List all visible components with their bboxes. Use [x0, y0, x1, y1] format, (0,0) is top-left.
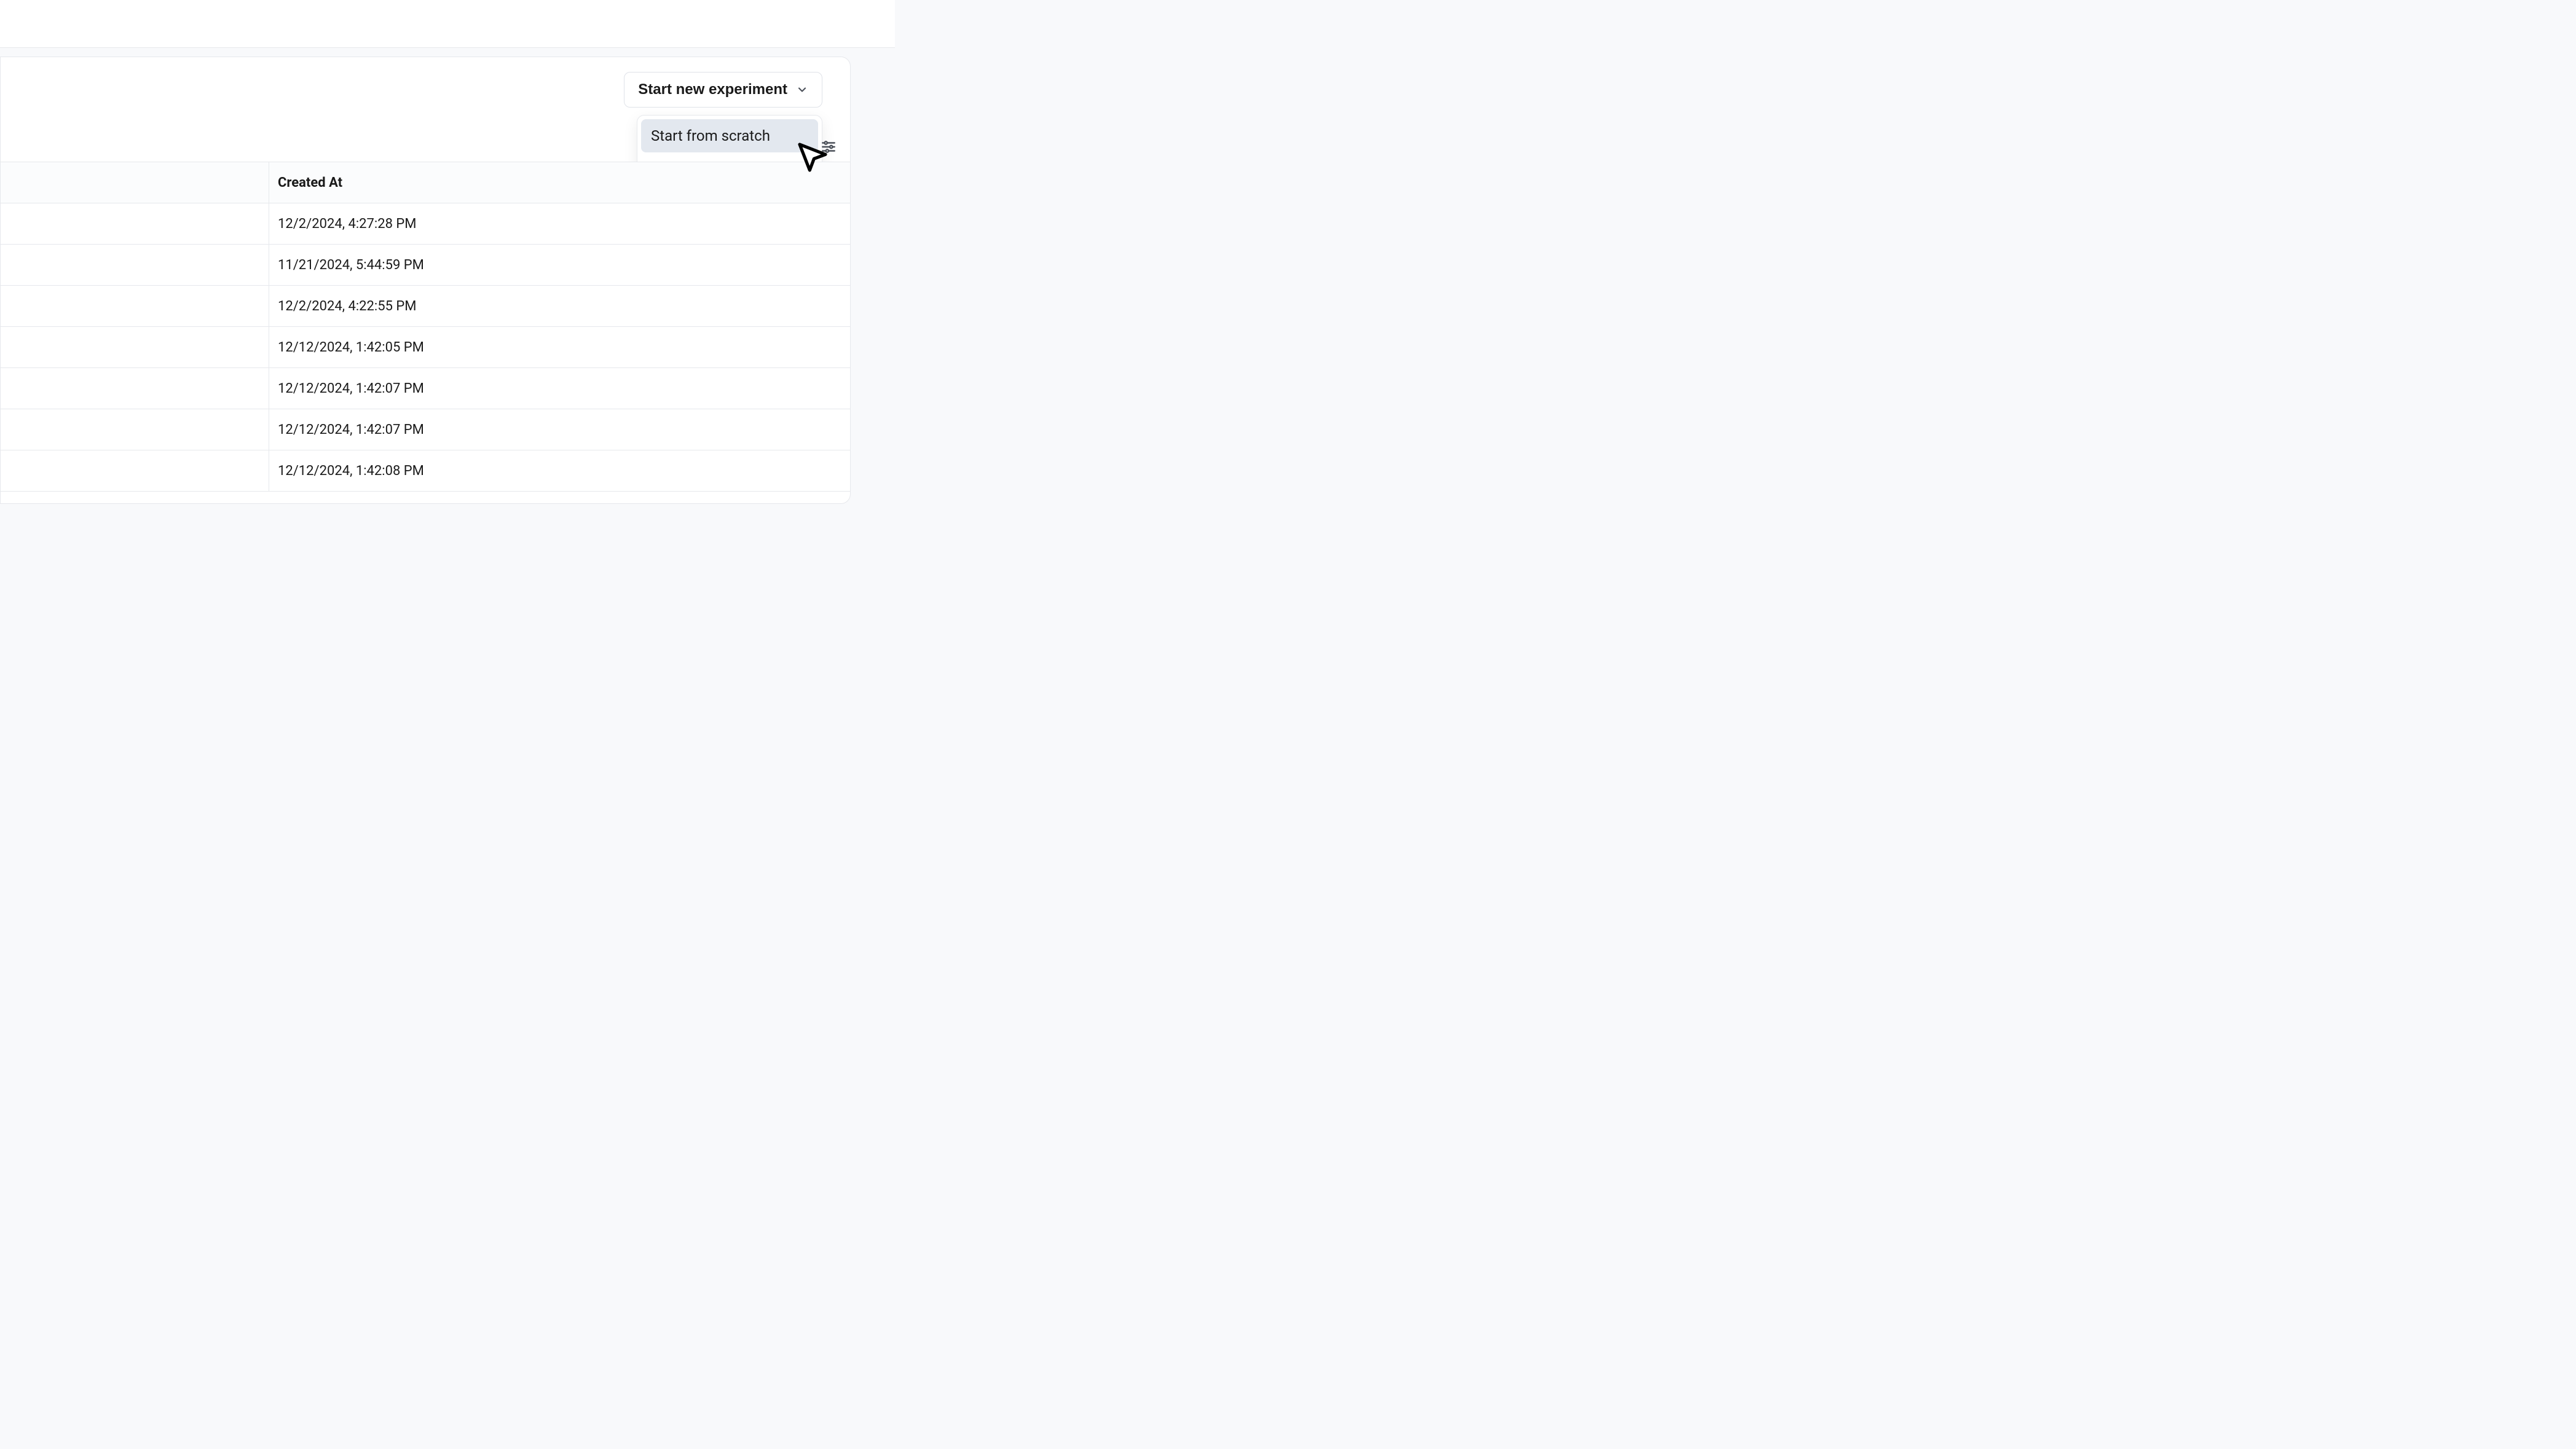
table-cell-empty: [1, 450, 269, 491]
table-cell-created-at: 12/12/2024, 1:42:07 PM: [269, 409, 850, 450]
table-row[interactable]: 12/12/2024, 1:42:05 PM: [1, 327, 850, 368]
menu-item-label: Start from scratch: [651, 127, 770, 144]
table-cell-empty: [1, 409, 269, 450]
table-cell-empty: [1, 327, 269, 367]
table-cell-created-at: 12/12/2024, 1:42:07 PM: [269, 368, 850, 409]
table-cell-created-at: 11/21/2024, 5:44:59 PM: [269, 245, 850, 285]
main-card: Start new experiment Start from scratch …: [0, 57, 851, 504]
chevron-down-icon: [796, 84, 808, 96]
table-cell-empty: [1, 286, 269, 326]
table-row[interactable]: 12/12/2024, 1:42:07 PM: [1, 409, 850, 450]
table-cell-created-at: 12/12/2024, 1:42:05 PM: [269, 327, 850, 367]
table-cell-created-at: 12/2/2024, 4:22:55 PM: [269, 286, 850, 326]
start-new-experiment-button[interactable]: Start new experiment: [624, 72, 822, 108]
table-cell-created-at: 12/2/2024, 4:27:28 PM: [269, 203, 850, 244]
table-cell-empty: [1, 368, 269, 409]
table-cell-empty: [1, 245, 269, 285]
table-header-created-at: Created At: [269, 162, 850, 203]
menu-item-start-from-scratch[interactable]: Start from scratch: [641, 119, 818, 152]
table-cell-created-at: 12/12/2024, 1:42:08 PM: [269, 450, 850, 491]
top-bar: [0, 0, 895, 48]
table-header-row: Created At: [1, 162, 850, 203]
table-header-col-0: [1, 162, 269, 203]
table-row[interactable]: 11/21/2024, 5:44:59 PM: [1, 245, 850, 286]
experiments-table: Created At 12/2/2024, 4:27:28 PM 11/21/2…: [1, 162, 850, 503]
table-row[interactable]: 12/2/2024, 4:27:28 PM: [1, 203, 850, 245]
table-cell-empty: [1, 203, 269, 244]
cursor-pointer-icon: [795, 140, 830, 175]
table-row[interactable]: 12/12/2024, 1:42:07 PM: [1, 368, 850, 409]
dropdown-label: Start new experiment: [638, 81, 787, 98]
table-row[interactable]: 12/2/2024, 4:22:55 PM: [1, 286, 850, 327]
table-row[interactable]: 12/12/2024, 1:42:08 PM: [1, 450, 850, 492]
